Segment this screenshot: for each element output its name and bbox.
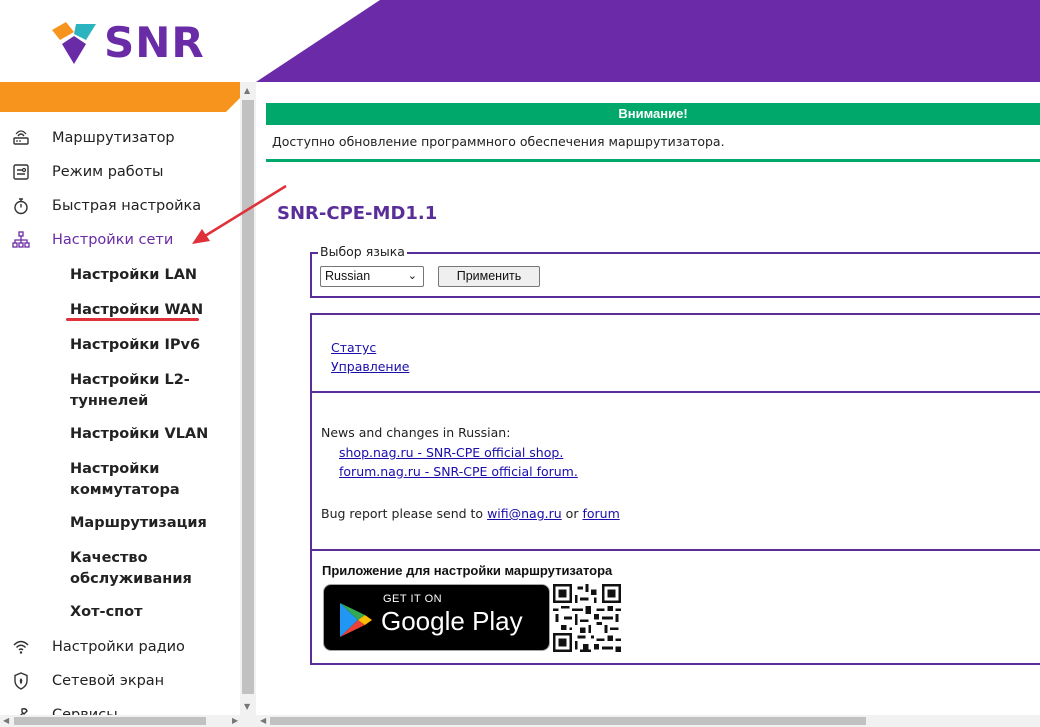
scrollbar-thumb[interactable] [242,100,254,694]
sidebar-subitem-hotspot[interactable]: Хот-спот [70,602,230,623]
divider [310,549,1040,551]
main-hscrollbar[interactable]: ◀ [256,715,1040,727]
get-it-on-text: GET IT ON [383,593,443,605]
language-select[interactable]: Russian ⌄ [320,266,424,287]
sidebar-item-radio[interactable]: Настройки радио [0,630,240,664]
bug-forum-link[interactable]: forum [582,506,619,521]
sidebar-subitem-l2-tunnels[interactable]: Настройки L2-туннелей [70,370,230,412]
sidebar-item-quick-setup[interactable]: Быстрая настройка [0,189,240,223]
page-title: SNR-CPE-MD1.1 [277,203,438,224]
language-select-value: Russian [325,269,371,283]
scrollbar-thumb[interactable] [270,717,866,725]
sidebar-item-router[interactable]: Маршрутизатор [0,121,240,155]
qr-code-icon[interactable] [553,584,621,652]
mode-icon [10,161,32,183]
sidebar: Маршрутизатор Режим работы Быстрая настр… [0,112,240,715]
sidebar-item-network[interactable]: Настройки сети [0,223,240,257]
stopwatch-icon [10,195,32,217]
bug-report-prefix: Bug report please send to [321,506,484,521]
sidebar-item-firewall[interactable]: Сетевой экран [0,664,240,698]
news-heading: News and changes in Russian: [321,425,511,440]
google-play-badge[interactable]: GET IT ON Google Play [323,584,550,651]
scroll-up-icon[interactable]: ▲ [244,86,250,95]
scrollbar-thumb[interactable] [14,717,206,725]
divider [310,391,1040,393]
sidebar-item-label: Сервисы [52,707,118,715]
services-icon [10,704,32,715]
forum-link[interactable]: forum.nag.ru - SNR-CPE official forum. [339,464,578,479]
google-play-text: Google Play [381,606,523,636]
management-link[interactable]: Управление [331,359,409,374]
shop-link[interactable]: shop.nag.ru - SNR-CPE official shop. [339,445,563,460]
apply-button[interactable]: Применить [438,266,540,287]
scroll-left-icon[interactable]: ◀ [3,716,9,725]
sidebar-subitem-routing[interactable]: Маршрутизация [70,513,230,534]
network-icon [10,229,32,251]
orange-bar [0,82,256,112]
chevron-down-icon: ⌄ [407,270,417,282]
app-title: Приложение для настройки маршрутизатора [322,563,613,578]
logo-area: SNR [0,0,260,82]
wifi-icon [10,636,32,658]
sidebar-item-label: Маршрутизатор [52,130,175,146]
header-band [256,0,1040,82]
sidebar-item-label: Сетевой экран [52,673,165,689]
logo-text: SNR [104,18,205,67]
scroll-right-icon[interactable]: ▶ [232,716,238,725]
sidebar-item-label: Быстрая настройка [52,198,202,214]
alert-title: Внимание! [266,103,1040,125]
alert-message: Доступно обновление программного обеспеч… [266,125,1040,162]
sidebar-hscrollbar[interactable]: ◀ ▶ [0,715,256,727]
scroll-down-icon[interactable]: ▼ [244,702,250,711]
status-link[interactable]: Статус [331,340,376,355]
email-link[interactable]: wifi@nag.ru [487,506,562,521]
scroll-left-icon[interactable]: ◀ [260,716,266,725]
sidebar-item-label: Режим работы [52,164,164,180]
sidebar-item-mode[interactable]: Режим работы [0,155,240,189]
router-icon [10,127,32,149]
bug-report-or: or [565,506,579,521]
annotation-underline [66,318,199,321]
sidebar-subitem-qos[interactable]: Качество обслуживания [70,548,230,590]
sidebar-item-services[interactable]: Сервисы [0,698,240,715]
bug-report-text: Bug report please send to wifi@nag.ru or… [321,506,620,521]
sidebar-subitem-lan[interactable]: Настройки LAN [70,265,230,286]
sidebar-subitem-vlan[interactable]: Настройки VLAN [70,424,230,445]
sidebar-subitem-ipv6[interactable]: Настройки IPv6 [70,335,230,356]
firewall-icon [10,670,32,692]
language-legend: Выбор языка [318,244,407,259]
sidebar-subitem-switch[interactable]: Настройки коммутатора [70,459,230,501]
google-play-icon [340,603,372,637]
snr-logo-icon [52,22,96,64]
sidebar-item-label: Настройки радио [52,639,185,655]
sidebar-item-label: Настройки сети [52,232,174,248]
sidebar-scrollbar[interactable]: ▲ ▼ [240,82,256,715]
